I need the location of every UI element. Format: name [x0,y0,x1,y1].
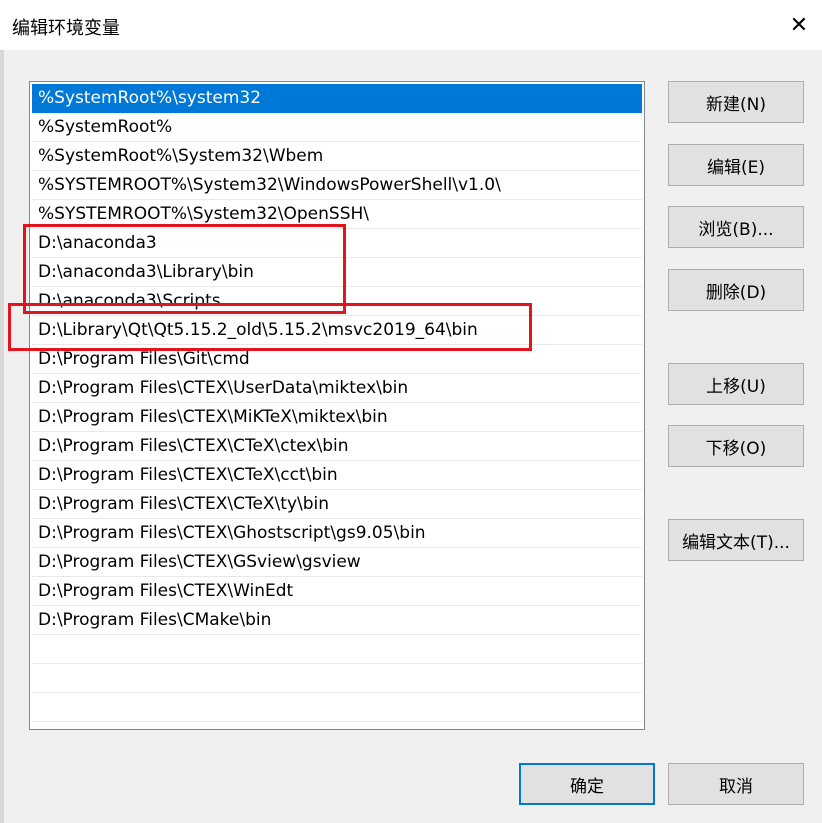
move-down-button[interactable]: 下移(O) [668,425,804,467]
close-icon[interactable]: ✕ [776,0,822,50]
path-entry[interactable]: D:\anaconda3\Library\bin [32,258,642,287]
move-up-button[interactable]: 上移(U) [668,363,804,405]
browse-button[interactable]: 浏览(B)... [668,206,804,248]
new-button[interactable]: 新建(N) [668,81,804,123]
path-entry[interactable]: %SYSTEMROOT%\System32\WindowsPowerShell\… [32,171,642,200]
left-border-strip [0,50,4,823]
dialog-title: 编辑环境变量 [12,18,120,39]
ok-button[interactable]: 确定 [519,763,655,805]
path-entry[interactable]: %SYSTEMROOT%\System32\OpenSSH\ [32,200,642,229]
path-entry[interactable]: D:\Program Files\CTEX\CTeX\ctex\bin [32,432,642,461]
path-entry[interactable]: D:\Program Files\CTEX\MiKTeX\miktex\bin [32,403,642,432]
delete-button[interactable]: 删除(D) [668,269,804,311]
empty-list-row [32,693,642,722]
empty-list-row [32,635,642,664]
path-entry[interactable]: D:\Program Files\CTEX\WinEdt [32,577,642,606]
path-entry[interactable]: D:\Program Files\CTEX\GSview\gsview [32,548,642,577]
path-listbox[interactable]: %SystemRoot%\system32 %SystemRoot% %System… [29,81,645,730]
path-entry[interactable]: D:\anaconda3\Scripts [32,287,642,316]
path-entry[interactable]: D:\Program Files\CTEX\CTeX\cct\bin [32,461,642,490]
path-entry[interactable]: D:\Program Files\CTEX\CTeX\ty\bin [32,490,642,519]
edit-button[interactable]: 编辑(E) [668,144,804,186]
path-entry[interactable]: D:\Program Files\CTEX\UserData\miktex\bi… [32,374,642,403]
cancel-button[interactable]: 取消 [668,763,804,805]
empty-list-row [32,664,642,693]
path-entry[interactable]: %SystemRoot% [32,113,642,142]
edit-text-button[interactable]: 编辑文本(T)... [668,519,804,561]
path-entry[interactable]: D:\Program Files\CMake\bin [32,606,642,635]
path-entry[interactable]: %SystemRoot%\System32\Wbem [32,142,642,171]
path-entry[interactable]: %SystemRoot%\system32 [32,84,642,113]
title-bar: 编辑环境变量 ✕ [0,0,822,50]
path-entry[interactable]: D:\Library\Qt\Qt5.15.2_old\5.15.2\msvc20… [32,316,642,345]
path-entry[interactable]: D:\anaconda3 [32,229,642,258]
path-entry[interactable]: D:\Program Files\CTEX\Ghostscript\gs9.05… [32,519,642,548]
path-entry[interactable]: D:\Program Files\Git\cmd [32,345,642,374]
